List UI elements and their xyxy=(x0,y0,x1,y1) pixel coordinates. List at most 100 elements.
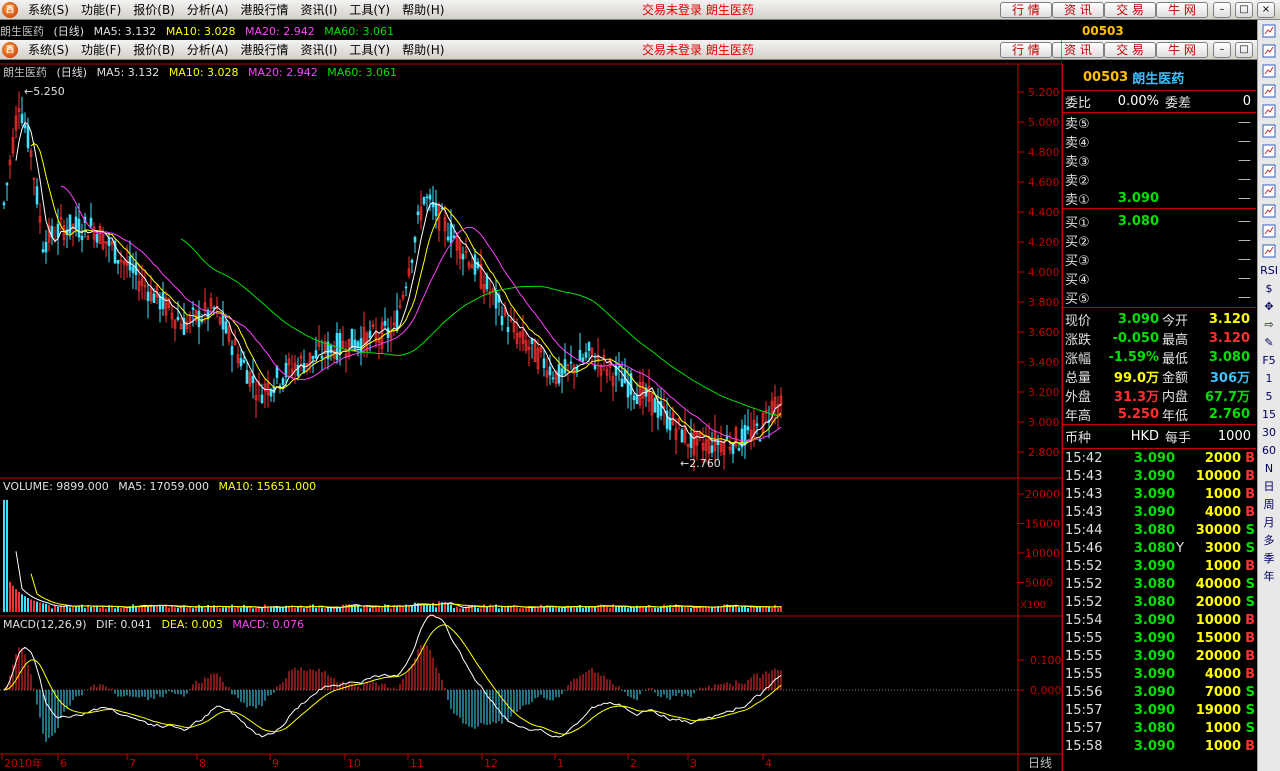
toolbar-item-16[interactable]: 季 xyxy=(1258,550,1280,568)
tab-trade[interactable]: 交 易 xyxy=(1104,2,1156,18)
tick-row: 15:43 3.090 4000 B xyxy=(1063,503,1256,521)
tick-price: 3.090 xyxy=(1133,558,1175,574)
quote-value: 3.080 xyxy=(1208,350,1250,365)
toolbar-item-8[interactable]: 15 xyxy=(1258,406,1280,424)
f10-icon[interactable] xyxy=(1260,142,1279,160)
minimize-icon[interactable]: – xyxy=(1213,2,1231,18)
ask-row: 卖② — xyxy=(1063,170,1256,189)
fiz-icon[interactable] xyxy=(1260,182,1279,200)
toolbar-item-4[interactable]: ✎ xyxy=(1258,334,1280,352)
line-icon[interactable] xyxy=(1260,62,1279,80)
fio-icon[interactable] xyxy=(1260,122,1279,140)
quote-label: 今开 xyxy=(1162,314,1189,329)
tick-volume: 1000 xyxy=(1204,486,1241,502)
toolbar-item-2[interactable]: ✥ xyxy=(1258,298,1280,316)
close-icon[interactable]: × xyxy=(1257,2,1275,18)
wave-icon[interactable] xyxy=(1260,242,1279,260)
dif-line xyxy=(3,614,782,738)
toolbar-item-17[interactable]: 年 xyxy=(1258,568,1280,586)
candle-body xyxy=(416,211,420,216)
candle-body xyxy=(542,358,546,368)
ask-volume: — xyxy=(1238,134,1251,149)
toolbar-item-9[interactable]: 30 xyxy=(1258,424,1280,442)
volume-label: VOLUME: 9899.000 xyxy=(3,480,109,493)
toolbar-item-6[interactable]: 1 xyxy=(1258,370,1280,388)
candle-body xyxy=(191,307,195,310)
tick-time: 15:57 xyxy=(1065,702,1103,718)
toolbar-item-7[interactable]: 5 xyxy=(1258,388,1280,406)
candle-body xyxy=(311,355,315,360)
toolbar-item-14[interactable]: 月 xyxy=(1258,514,1280,532)
candle-body xyxy=(620,378,624,387)
toolbar-item-5[interactable]: F5 xyxy=(1258,352,1280,370)
tick-volume: 19000 xyxy=(1195,702,1241,718)
currency-row: 币种 HKD 每手 1000 xyxy=(1063,424,1256,448)
toolbar-item-0[interactable]: RSI xyxy=(1258,262,1280,280)
lot-label: 每手 xyxy=(1165,431,1192,446)
tick-row: 15:54 3.090 10000 B xyxy=(1063,611,1256,629)
candle-icon[interactable] xyxy=(1260,82,1279,100)
price-axis-label: 4.600 xyxy=(1028,176,1060,189)
list-icon[interactable] xyxy=(1260,102,1279,120)
quote-label: 涨跌 xyxy=(1065,333,1092,348)
quote-panel: 00503 朗生医药 委比 0.00% 委差 0 卖⑤ — 卖④ — 卖③ — 卖② — 卖① 3… xyxy=(1062,64,1256,771)
quote-label: 总量 xyxy=(1065,371,1092,386)
fx-icon[interactable] xyxy=(1260,202,1279,220)
weibi-label: 委比 xyxy=(1065,96,1092,111)
ask-row: 卖① 3.090 — xyxy=(1063,189,1256,208)
tab-trade[interactable]: 交 易 xyxy=(1104,42,1156,58)
tick-volume: 7000 xyxy=(1204,684,1241,700)
volume-axis-label: 10000 xyxy=(1025,547,1060,560)
candle-body xyxy=(626,381,630,398)
volume-unit-label: X100 xyxy=(1020,600,1046,611)
toolbar-item-15[interactable]: 多 xyxy=(1258,532,1280,550)
bid-price: 3.080 xyxy=(1117,214,1159,229)
candle-body xyxy=(737,448,741,451)
candle-body xyxy=(710,445,714,453)
tab-niuwang[interactable]: 牛 网 xyxy=(1156,2,1208,18)
bid-row: 买① 3.080 — xyxy=(1063,212,1256,231)
tick-time: 15:55 xyxy=(1065,648,1103,664)
candle-body xyxy=(95,234,99,243)
tick-side: S xyxy=(1245,720,1255,736)
quote-value: -0.050 xyxy=(1112,331,1159,346)
candle-body xyxy=(5,183,9,186)
chart-icon[interactable] xyxy=(1260,22,1279,40)
tick-time: 15:52 xyxy=(1065,594,1103,610)
toolbar-item-11[interactable]: N xyxy=(1258,460,1280,478)
notes-icon[interactable] xyxy=(1260,162,1279,180)
candle-body xyxy=(26,125,30,149)
tick-row: 15:44 3.080 30000 S xyxy=(1063,521,1256,539)
candle-body xyxy=(758,439,762,442)
quote-row: 总量 99.0万 金额 306万 xyxy=(1063,367,1256,386)
quote-label: 金额 xyxy=(1162,371,1189,386)
toolbar-item-3[interactable]: ⇨ xyxy=(1258,316,1280,334)
tick-time: 15:42 xyxy=(1065,450,1103,466)
tick-price: 3.080 xyxy=(1133,576,1175,592)
quote-value: 306万 xyxy=(1209,371,1250,386)
toolbar-item-1[interactable]: $ xyxy=(1258,280,1280,298)
ask-volume: — xyxy=(1238,191,1251,206)
vol-ma10-label: MA10: 15651.000 xyxy=(218,480,317,493)
restore-icon[interactable]: □ xyxy=(1235,2,1253,18)
ask-price: 3.090 xyxy=(1117,191,1159,206)
bid-volume: — xyxy=(1238,290,1251,305)
tab-niuwang[interactable]: 牛 网 xyxy=(1156,42,1208,58)
candle-body xyxy=(578,350,582,362)
period-label: (日线) xyxy=(56,66,88,79)
restore-icon[interactable]: □ xyxy=(1235,42,1253,58)
candle-body xyxy=(680,429,684,443)
toolbar-item-12[interactable]: 日 xyxy=(1258,478,1280,496)
weibi-value: 0.00% xyxy=(1117,94,1159,109)
toolbar-item-10[interactable]: 60 xyxy=(1258,442,1280,460)
toolbar-item-13[interactable]: 周 xyxy=(1258,496,1280,514)
candle-body xyxy=(251,376,255,384)
candle-body xyxy=(269,389,273,397)
candle-body xyxy=(302,362,306,374)
table-icon[interactable] xyxy=(1260,42,1279,60)
tick-side: S xyxy=(1245,540,1255,556)
kline-chart[interactable]: 5.200 5.000 4.800 4.600 4.400 4.200 4.000 3.800… xyxy=(0,0,1062,771)
minimize-icon[interactable]: – xyxy=(1213,42,1231,58)
ma20-label: MA20: 2.942 xyxy=(248,66,318,79)
search-icon[interactable] xyxy=(1260,222,1279,240)
